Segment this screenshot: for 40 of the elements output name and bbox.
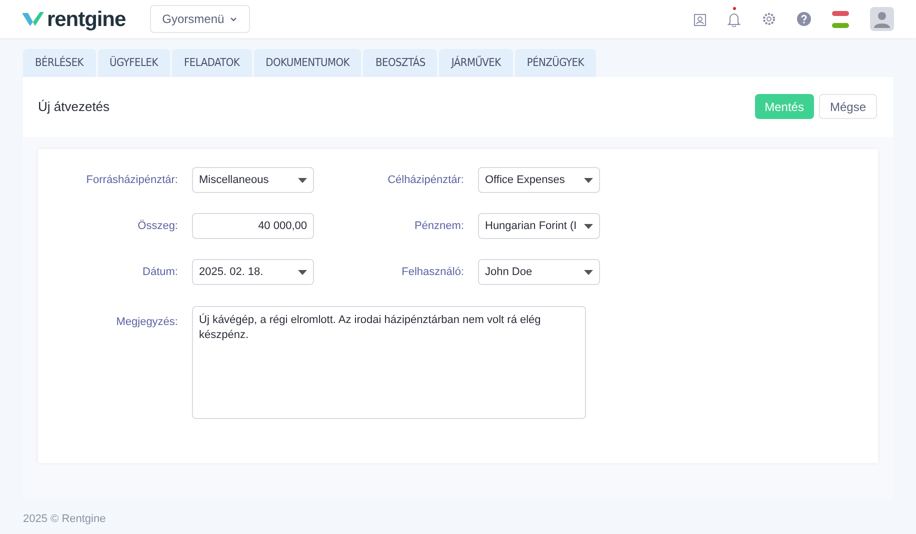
avatar-button[interactable]: [870, 7, 894, 31]
dropdown-caret-icon: [584, 224, 593, 228]
field-label: Dátum:: [142, 264, 178, 280]
select-field[interactable]: John Doe: [478, 259, 600, 285]
dropdown-caret-icon: [298, 178, 307, 182]
nav-tab[interactable]: PÉNZÜGYEK: [514, 49, 596, 77]
select-field[interactable]: Office Expenses: [478, 167, 600, 193]
field-label: Célházipénztár:: [386, 172, 464, 188]
field-label: Megjegyzés:: [115, 315, 178, 330]
nav-tab[interactable]: JÁRMŰVEK: [439, 49, 513, 77]
nav-tab[interactable]: DOKUMENTUMOK: [254, 49, 362, 77]
footer-text: 2025 © Rentgine: [23, 512, 107, 527]
dropdown-caret-icon: [584, 270, 593, 274]
contact-card-icon[interactable]: [694, 12, 706, 26]
nav-tab[interactable]: BÉRLÉSEK: [23, 49, 96, 77]
settings-icon[interactable]: [762, 12, 776, 26]
cancel-button[interactable]: Mégse: [818, 94, 877, 119]
amount-field[interactable]: 40 000,00: [192, 213, 314, 239]
select-field[interactable]: 2025. 02. 18.: [192, 259, 314, 285]
field-label: Pénznem:: [413, 218, 464, 234]
field-label: Forrásházipénztár:: [85, 172, 178, 188]
help-icon[interactable]: [797, 12, 811, 26]
nav-tab[interactable]: FELADATOK: [172, 49, 252, 77]
dropdown-caret-icon: [298, 270, 307, 274]
quick-menu-button[interactable]: Gyorsmenü: [150, 5, 250, 33]
nav-tab[interactable]: ÜGYFELEK: [98, 49, 170, 77]
select-field[interactable]: Hungarian Forint (I: [478, 213, 600, 239]
dropdown-caret-icon: [584, 178, 593, 182]
select-field[interactable]: Miscellaneous: [192, 167, 314, 193]
field-label: Felhasználó:: [400, 264, 464, 280]
flag-icon[interactable]: [832, 10, 849, 28]
bell-icon[interactable]: [727, 12, 741, 26]
field-label: Összeg:: [136, 218, 178, 234]
note-textarea[interactable]: Új kávégép, a régi elromlott. Az irodai házipénztárban nem volt rá elég készpénz.: [192, 306, 586, 419]
logo-icon: [22, 11, 44, 27]
nav-tab[interactable]: BEOSZTÁS: [363, 49, 438, 77]
user-icon: [874, 10, 890, 28]
page-title: Új átvezetés: [38, 98, 110, 116]
logo-text: rentgine: [47, 8, 126, 30]
chevron-icon: [230, 16, 238, 22]
